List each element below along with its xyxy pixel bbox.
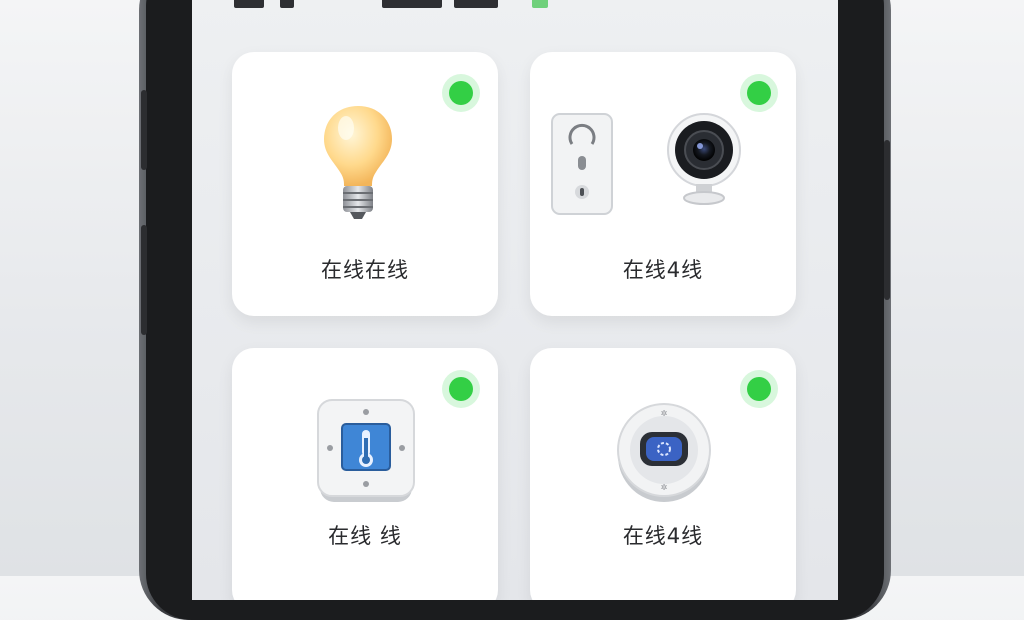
app-screen: 在线在线 在线4线 在线 线 ✲ ✲ 在线4线 (192, 0, 838, 600)
page-title-cropped (232, 0, 572, 8)
volume-up-button (141, 90, 147, 170)
device-card-dial[interactable]: ✲ ✲ 在线4线 (530, 348, 796, 600)
device-name: 在线在线 (321, 258, 409, 282)
online-status-icon (740, 370, 778, 408)
device-card-thermostat[interactable]: 在线 线 (232, 348, 498, 600)
svg-text:✲: ✲ (661, 409, 668, 418)
smart-outlet-icon (551, 113, 613, 215)
device-name: 在线4线 (622, 258, 704, 282)
power-button (884, 140, 890, 300)
thermostat-icon (317, 399, 415, 502)
light-bulb-icon (324, 106, 392, 219)
device-name: 在线4线 (622, 524, 704, 548)
online-status-icon (442, 370, 480, 408)
online-status-icon (442, 74, 480, 112)
security-camera-icon (667, 113, 741, 205)
device-card-light[interactable]: 在线在线 (232, 52, 498, 316)
device-card-camera[interactable]: 在线4线 (530, 52, 796, 316)
svg-text:✲: ✲ (661, 483, 668, 492)
online-status-icon (740, 74, 778, 112)
device-name: 在线 线 (328, 524, 402, 548)
volume-down-button (141, 225, 147, 335)
smart-dial-icon: ✲ ✲ (617, 403, 711, 502)
